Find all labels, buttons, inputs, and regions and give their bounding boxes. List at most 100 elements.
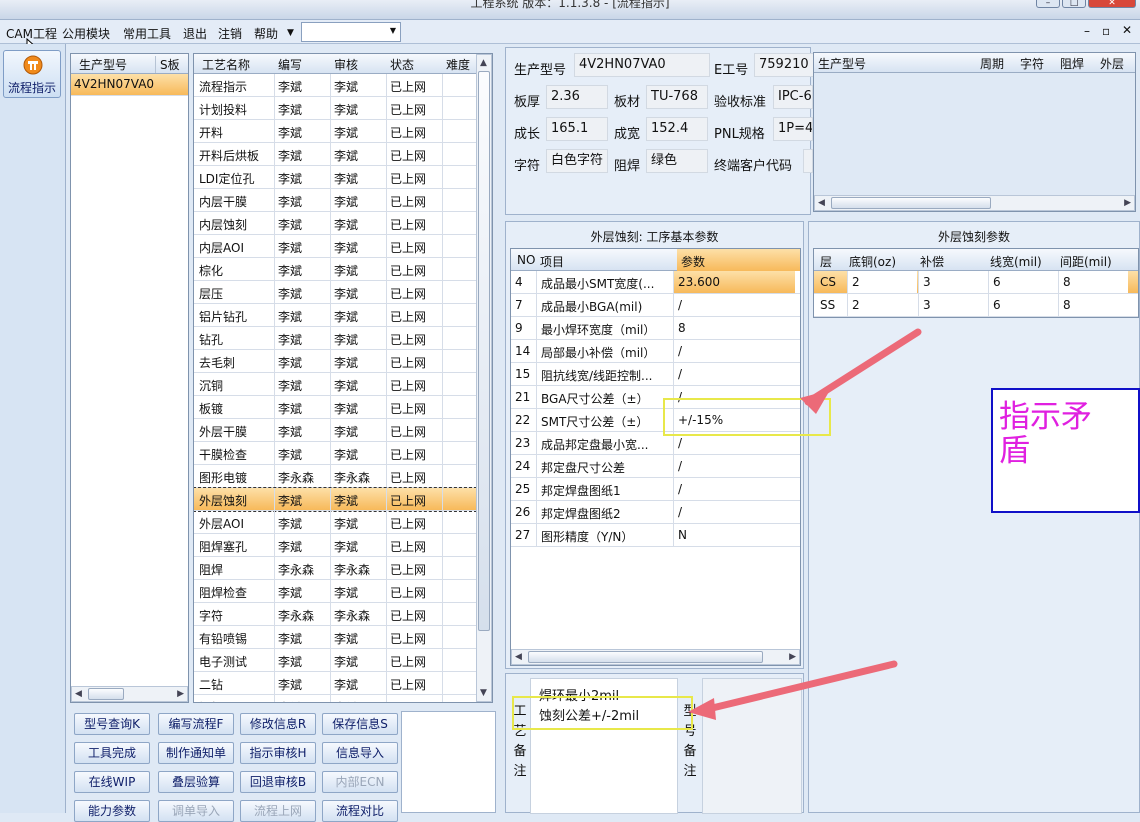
notice-button[interactable]: 制作通知单 xyxy=(158,742,234,764)
param-row[interactable]: 7 成品最小BGA(mil) / xyxy=(511,294,800,317)
col-author[interactable]: 编写 xyxy=(278,56,302,73)
modify-info-button[interactable]: 修改信息R xyxy=(240,713,316,735)
edit-flow-button[interactable]: 编写流程F xyxy=(158,713,234,735)
menu-tools[interactable]: 常用工具 xyxy=(123,25,171,42)
close-button[interactable]: ✕ xyxy=(1088,0,1136,8)
minimize-button[interactable]: – xyxy=(1036,0,1060,8)
menu-common-module[interactable]: 公用模块 xyxy=(62,25,110,42)
menu-logout[interactable]: 注销 xyxy=(218,25,242,42)
process-row[interactable]: 锣板李斌李斌已上网 xyxy=(194,695,476,702)
param-row[interactable]: 4 成品最小SMT宽度(... 23.600 xyxy=(511,271,800,294)
menu-help[interactable]: 帮助 xyxy=(254,25,278,42)
s-board-header[interactable]: S板 xyxy=(155,56,180,73)
process-row[interactable]: 外层干膜 李斌 李斌 已上网 xyxy=(194,419,476,442)
model-list-hscroll[interactable]: ◀ ▶ xyxy=(71,686,188,702)
mdi-restore-icon[interactable]: ▫ xyxy=(1102,24,1110,38)
process-row[interactable]: 沉铜 李斌 李斌 已上网 xyxy=(194,373,476,396)
pnl-value[interactable]: 1P=4 xyxy=(773,117,813,141)
stack-calc-button[interactable]: 叠层验算 xyxy=(158,771,234,793)
process-row[interactable]: 内层蚀刻 李斌 李斌 已上网 xyxy=(194,212,476,235)
process-row[interactable]: 铝片钻孔 李斌 李斌 已上网 xyxy=(194,304,476,327)
etch-row[interactable]: SS 2 3 6 8 xyxy=(814,294,1138,317)
length-value[interactable]: 165.1 xyxy=(546,117,608,141)
process-row[interactable]: 有铅喷锡 李斌 李斌 已上网 xyxy=(194,626,476,649)
process-row[interactable]: 阻焊塞孔 李斌 李斌 已上网 xyxy=(194,534,476,557)
process-row[interactable]: 电子测试 李斌 李斌 已上网 xyxy=(194,649,476,672)
flow-online-button[interactable]: 流程上网 xyxy=(240,800,316,822)
col-compensation[interactable]: 补偿 xyxy=(920,253,944,270)
model-query-button[interactable]: 型号查询K xyxy=(74,713,150,735)
model-row[interactable]: 4V2HN07VA0 xyxy=(71,74,188,96)
process-row[interactable]: 阻焊 李永森 李永森 已上网 xyxy=(194,557,476,580)
model-history-hscroll[interactable]: ◀ ▶ xyxy=(814,195,1135,211)
process-row[interactable]: 内层干膜 李斌 李斌 已上网 xyxy=(194,189,476,212)
process-row[interactable]: 开料后烘板 李斌 李斌 已上网 xyxy=(194,143,476,166)
flow-indicator-button[interactable]: 流程指示 xyxy=(3,50,61,98)
order-import-button[interactable]: 调单导入 xyxy=(158,800,234,822)
rollback-review-button[interactable]: 回退审核B xyxy=(240,771,316,793)
process-row[interactable]: 层压 李斌 李斌 已上网 xyxy=(194,281,476,304)
process-row[interactable]: 去毛刺 李斌 李斌 已上网 xyxy=(194,350,476,373)
param-no-cell: 15 xyxy=(515,367,531,381)
process-row[interactable]: 干膜检查 李斌 李斌 已上网 xyxy=(194,442,476,465)
process-table-vscroll[interactable]: ▲ ▼ xyxy=(476,54,492,702)
customer-code-value[interactable] xyxy=(803,149,813,173)
tool-complete-button[interactable]: 工具完成 xyxy=(74,742,150,764)
col-status[interactable]: 状态 xyxy=(390,56,414,73)
module-dropdown[interactable]: ▼ xyxy=(301,22,401,42)
process-name-cell: 去毛刺 xyxy=(199,356,236,370)
col-process-name[interactable]: 工艺名称 xyxy=(202,56,250,73)
col-spacing[interactable]: 间距(mil) xyxy=(1060,253,1112,270)
menu-exit[interactable]: 退出 xyxy=(183,25,207,42)
col-line-width[interactable]: 线宽(mil) xyxy=(990,253,1042,270)
process-row[interactable]: 板镀 李斌 李斌 已上网 xyxy=(194,396,476,419)
material-value[interactable]: TU-768 xyxy=(646,85,708,109)
process-row[interactable]: 外层AOI 李斌 李斌 已上网 xyxy=(194,511,476,534)
process-row[interactable]: 计划投料 李斌 李斌 已上网 xyxy=(194,97,476,120)
col-mask[interactable]: 阻焊 xyxy=(1060,55,1084,72)
process-row[interactable]: 钻孔 李斌 李斌 已上网 xyxy=(194,327,476,350)
col-difficulty[interactable]: 难度 xyxy=(446,56,470,73)
process-row[interactable]: 外层蚀刻 李斌 李斌 已上网 xyxy=(194,487,477,512)
capability-params-button[interactable]: 能力参数 xyxy=(74,800,150,822)
help-dropdown-icon[interactable]: ▼ xyxy=(287,28,294,38)
model-value[interactable]: 4V2HN07VA0 xyxy=(574,53,710,77)
thickness-value[interactable]: 2.36 xyxy=(546,85,608,109)
save-info-button[interactable]: 保存信息S xyxy=(322,713,398,735)
internal-ecn-button[interactable]: 内部ECN xyxy=(322,771,398,793)
col-item[interactable]: 项目 xyxy=(540,253,564,270)
character-value[interactable]: 白色字符 xyxy=(546,149,608,173)
solder-mask-value[interactable]: 绿色 xyxy=(646,149,708,173)
process-row[interactable]: 字符 李永森 李永森 已上网 xyxy=(194,603,476,626)
col-model[interactable]: 生产型号 xyxy=(814,55,894,72)
flow-compare-button[interactable]: 流程对比 xyxy=(322,800,398,822)
mdi-minimize-icon[interactable]: – xyxy=(1084,24,1090,38)
process-row[interactable]: LDI定位孔 李斌 李斌 已上网 xyxy=(194,166,476,189)
review-button[interactable]: 指示审核H xyxy=(240,742,316,764)
process-row[interactable]: 内层AOI 李斌 李斌 已上网 xyxy=(194,235,476,258)
import-info-button[interactable]: 信息导入 xyxy=(322,742,398,764)
process-row[interactable]: 图形电镀 李永森 李永森 已上网 xyxy=(194,465,476,488)
process-row[interactable]: 开料 李斌 李斌 已上网 xyxy=(194,120,476,143)
mdi-close-icon[interactable]: ✕ xyxy=(1122,23,1132,37)
col-param[interactable]: 参数 xyxy=(677,249,800,271)
standard-value[interactable]: IPC-6 xyxy=(773,85,813,109)
col-no[interactable]: NO xyxy=(517,253,535,267)
width-value[interactable]: 152.4 xyxy=(646,117,708,141)
process-row[interactable]: 棕化 李斌 李斌 已上网 xyxy=(194,258,476,281)
process-row[interactable]: 二钻 李斌 李斌 已上网 xyxy=(194,672,476,695)
col-character[interactable]: 字符 xyxy=(1020,55,1044,72)
maximize-button[interactable]: □ xyxy=(1062,0,1086,8)
model-header[interactable]: 生产型号 xyxy=(79,56,127,73)
col-base-copper[interactable]: 底铜(oz) xyxy=(849,253,896,270)
col-cycle[interactable]: 周期 xyxy=(980,55,1004,72)
col-outer[interactable]: 外层 xyxy=(1100,55,1124,72)
col-reviewer[interactable]: 审核 xyxy=(334,56,358,73)
process-name-cell: 钻孔 xyxy=(199,333,224,347)
process-row[interactable]: 流程指示 李斌 李斌 已上网 xyxy=(194,74,476,97)
online-wip-button[interactable]: 在线WIP xyxy=(74,771,150,793)
process-row[interactable]: 阻焊检查 李斌 李斌 已上网 xyxy=(194,580,476,603)
left-nav xyxy=(0,44,66,813)
col-layer[interactable]: 层 xyxy=(820,253,832,270)
etch-row[interactable]: CS 2 3 6 8 xyxy=(814,271,1138,294)
